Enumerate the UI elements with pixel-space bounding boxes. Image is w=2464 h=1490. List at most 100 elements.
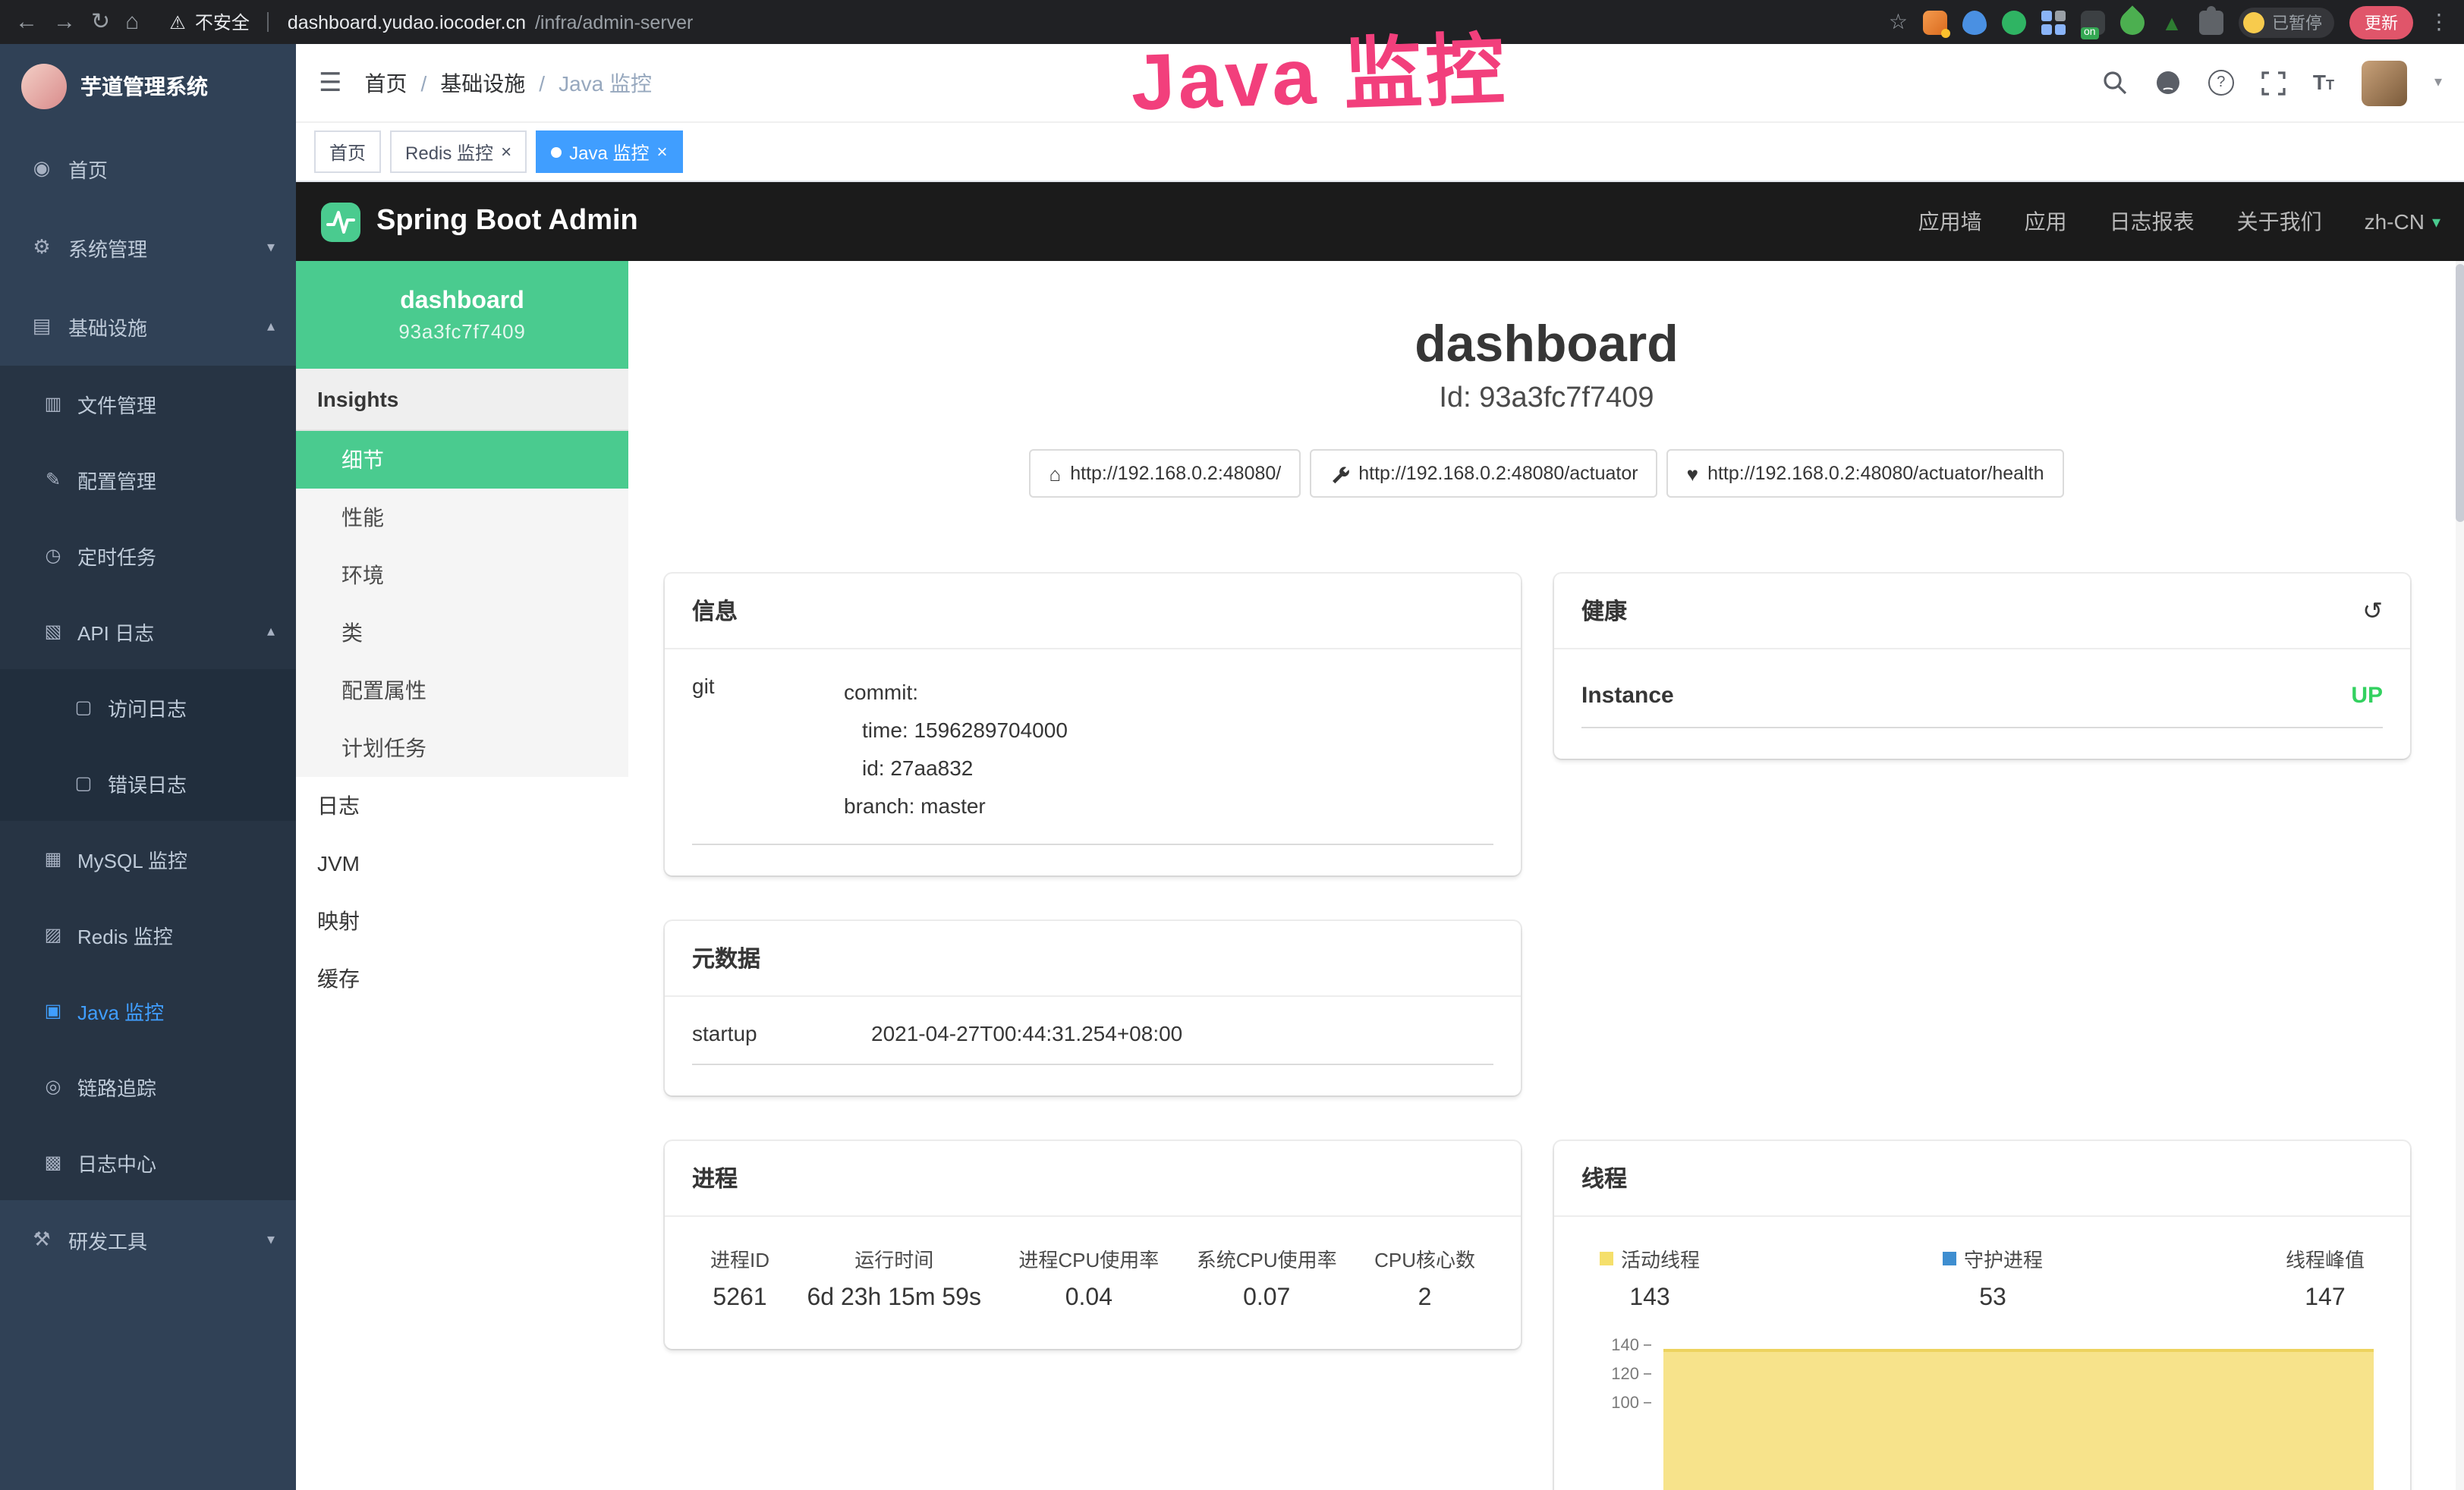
app-sidebar: 芋道管理系统 ◉ 首页 ⚙ 系统管理 ▾ ▤ 基础设施 ▴ ▥ 文件管理 — [0, 44, 296, 1490]
tab-label: 首页 — [329, 139, 366, 165]
extension-leaf-icon[interactable] — [2115, 5, 2149, 39]
sidebar-item-label: 系统管理 — [68, 233, 147, 262]
instance-actuator-link[interactable]: http://192.168.0.2:48080/actuator — [1310, 449, 1657, 498]
scrollbar-thumb[interactable] — [2456, 264, 2464, 522]
sba-nav-journal[interactable]: 日志报表 — [2110, 206, 2195, 237]
instance-home-link[interactable]: ⌂ http://192.168.0.2:48080/ — [1030, 449, 1301, 498]
user-avatar[interactable] — [2362, 60, 2407, 105]
chrome-update-button[interactable]: 更新 — [2349, 5, 2413, 39]
extension-green-circle-icon[interactable] — [2002, 10, 2026, 34]
sba-item-environment[interactable]: 环境 — [296, 546, 628, 604]
sidebar-item-file[interactable]: ▥ 文件管理 — [0, 366, 296, 442]
sidebar-item-access-log[interactable]: ▢ 访问日志 — [0, 669, 296, 745]
dashboard-icon: ◉ — [30, 156, 53, 181]
sidebar-item-trace[interactable]: ◎ 链路追踪 — [0, 1048, 296, 1124]
sba-item-classes[interactable]: 类 — [296, 604, 628, 662]
instance-health-link[interactable]: ♥ http://192.168.0.2:48080/actuator/heal… — [1667, 449, 2064, 498]
sba-sidebar: dashboard 93a3fc7f7409 Insights 细节 性能 环境… — [296, 261, 628, 1490]
sidebar-item-mysql[interactable]: ▦ MySQL 监控 — [0, 821, 296, 897]
search-icon[interactable] — [2102, 70, 2128, 96]
refresh-icon[interactable]: ↻ — [91, 11, 110, 33]
sba-group-jvm[interactable]: JVM — [296, 835, 628, 892]
sidebar-item-log-center[interactable]: ▩ 日志中心 — [0, 1124, 296, 1200]
sidebar-item-redis[interactable]: ▨ Redis 监控 — [0, 897, 296, 973]
sba-item-details[interactable]: 细节 — [296, 431, 628, 489]
tab-home[interactable]: 首页 — [314, 130, 381, 173]
metadata-card-header: 元数据 — [665, 921, 1521, 997]
extension-adblock-icon[interactable]: on — [2081, 10, 2105, 34]
close-icon[interactable]: × — [656, 143, 667, 161]
sidebar-item-error-log[interactable]: ▢ 错误日志 — [0, 745, 296, 821]
health-card-header: 健康 ↺ — [1554, 574, 2410, 649]
sba-instance-header: dashboard 93a3fc7f7409 — [296, 261, 628, 369]
info-card-body: git commit: time: 1596289704000 id: 27aa… — [665, 649, 1521, 875]
sba-language-select[interactable]: zh-CN ▾ — [2365, 209, 2440, 234]
sidebar-item-cron[interactable]: ◷ 定时任务 — [0, 517, 296, 593]
extension-waterdrop-icon[interactable] — [1962, 10, 1987, 34]
card-title: 元数据 — [692, 942, 760, 974]
back-icon[interactable]: ← — [15, 11, 38, 33]
breadcrumb-infra[interactable]: 基础设施 — [408, 68, 526, 98]
sba-item-config-props[interactable]: 配置属性 — [296, 662, 628, 719]
sba-group-logs[interactable]: 日志 — [296, 777, 628, 835]
sba-group-mappings[interactable]: 映射 — [296, 892, 628, 950]
bookmark-star-icon[interactable]: ☆ — [1889, 9, 1908, 35]
fullscreen-icon[interactable] — [2261, 71, 2286, 95]
threads-card-body: 活动线程 143 守护进程 53 线程峰值 14 — [1554, 1217, 2410, 1490]
avatar-caret-icon[interactable]: ▾ — [2434, 74, 2442, 91]
file-icon: ▥ — [42, 393, 64, 414]
sba-navbar: Spring Boot Admin 应用墙 应用 日志报表 关于我们 zh-CN… — [296, 182, 2464, 261]
sba-brand[interactable]: Spring Boot Admin — [320, 201, 638, 242]
app-main-column: ☰ 首页 基础设施 Java 监控 ? TT ▾ — [296, 44, 2464, 1490]
home-icon[interactable]: ⌂ — [125, 11, 139, 33]
sba-nav-applications[interactable]: 应用 — [2025, 206, 2067, 237]
tags-bar: 首页 Redis 监控 × Java 监控 × — [296, 123, 2464, 182]
sba-brand-title: Spring Boot Admin — [376, 205, 638, 238]
github-icon[interactable] — [2155, 70, 2181, 96]
sidebar-item-system[interactable]: ⚙ 系统管理 ▾ — [0, 208, 296, 287]
sidebar-item-java-monitor[interactable]: ▣ Java 监控 — [0, 973, 296, 1048]
breadcrumb: 首页 基础设施 Java 监控 — [365, 68, 653, 98]
instance-links: ⌂ http://192.168.0.2:48080/ http://192.1… — [628, 449, 2464, 498]
sidebar-item-dev-tools[interactable]: ⚒ 研发工具 ▾ — [0, 1200, 296, 1279]
extension-tree-icon[interactable]: ▲ — [2160, 10, 2184, 34]
sidebar-item-home[interactable]: ◉ 首页 — [0, 129, 296, 208]
extension-fox-icon[interactable] — [1923, 10, 1947, 34]
sba-item-metrics[interactable]: 性能 — [296, 489, 628, 546]
sidebar-item-config[interactable]: ✎ 配置管理 — [0, 442, 296, 517]
breadcrumb-home[interactable]: 首页 — [365, 68, 408, 98]
health-instance-label[interactable]: Instance — [1581, 683, 1674, 709]
sba-nav-about[interactable]: 关于我们 — [2237, 206, 2322, 237]
font-size-icon[interactable]: TT — [2313, 69, 2334, 96]
sba-item-scheduled-tasks[interactable]: 计划任务 — [296, 719, 628, 777]
card-title: 信息 — [692, 595, 738, 627]
sidebar-item-infra[interactable]: ▤ 基础设施 ▴ — [0, 287, 296, 366]
tab-redis-monitor[interactable]: Redis 监控 × — [390, 130, 527, 173]
forward-icon[interactable]: → — [53, 11, 76, 33]
extensions-puzzle-icon[interactable] — [2199, 10, 2223, 34]
history-icon[interactable]: ↺ — [2362, 596, 2383, 626]
card-title: 线程 — [1581, 1162, 1627, 1194]
address-bar[interactable]: ⚠ 不安全 dashboard.yudao.iocoder.cn/infra/a… — [169, 9, 693, 35]
browser-profile-chip[interactable]: 已暂停 — [2239, 7, 2334, 37]
chrome-menu-icon[interactable]: ⋮ — [2428, 9, 2450, 35]
sba-nav-wall[interactable]: 应用墙 — [1918, 206, 1982, 237]
table-row: Instance UP — [1581, 674, 2383, 728]
monitor-icon: ▣ — [42, 1000, 64, 1021]
hamburger-icon[interactable]: ☰ — [319, 68, 342, 98]
metadata-value: 2021-04-27T00:44:31.254+08:00 — [871, 1021, 1182, 1045]
scrollbar[interactable] — [2456, 261, 2464, 1490]
help-icon[interactable]: ? — [2208, 70, 2234, 96]
close-icon[interactable]: × — [501, 143, 511, 161]
stat-pid: 进程ID 5261 — [710, 1244, 769, 1312]
extension-grid-icon[interactable] — [2041, 10, 2066, 34]
sidebar-item-label: MySQL 监控 — [77, 844, 187, 873]
sba-group-caches[interactable]: 缓存 — [296, 950, 628, 1007]
sidebar-item-api-log[interactable]: ▧ API 日志 ▴ — [0, 593, 296, 669]
process-card-header: 进程 — [665, 1141, 1521, 1217]
database-icon: ▦ — [42, 848, 64, 869]
sidebar-item-label: Redis 监控 — [77, 920, 173, 949]
infra-submenu: ▥ 文件管理 ✎ 配置管理 ◷ 定时任务 ▧ API 日志 ▴ ▢ — [0, 366, 296, 1200]
tab-java-monitor[interactable]: Java 监控 × — [536, 130, 682, 173]
access-log-icon: ▢ — [73, 696, 94, 718]
